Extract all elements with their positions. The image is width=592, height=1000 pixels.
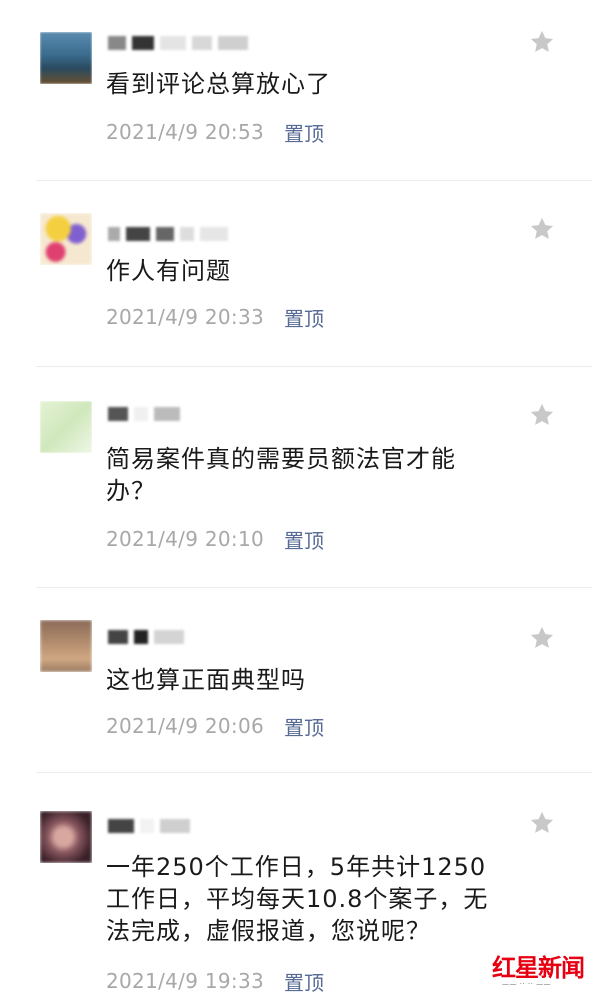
- brand-watermark-logo: 红星新闻 —— ·· ·· ——: [488, 948, 588, 996]
- comment-text: 作人有问题: [106, 257, 231, 285]
- comment-meta: 2021/4/9 19:33 置顶: [106, 967, 324, 995]
- avatar[interactable]: [40, 213, 92, 265]
- brand-tagline: —— ·· ·· ——: [502, 980, 552, 988]
- comment-text: 看到评论总算放心了: [106, 70, 331, 98]
- comment-meta: 2021/4/9 20:33 置顶: [106, 303, 324, 331]
- comment-meta: 2021/4/9 20:10 置顶: [106, 525, 324, 553]
- comment-text: 这也算正面典型吗: [106, 666, 306, 694]
- comment-time: 2021/4/9 19:33: [106, 969, 265, 993]
- avatar[interactable]: [40, 401, 92, 453]
- star-icon[interactable]: [528, 215, 556, 243]
- comment-meta: 2021/4/9 20:06 置顶: [106, 712, 324, 740]
- comment-item: 简易案件真的需要员额法官才能办？ 2021/4/9 20:10 置顶: [0, 367, 592, 587]
- comment-text: 一年250个工作日，5年共计1250工作日，平均每天10.8个案子，无法完成，虚…: [106, 853, 489, 945]
- star-icon[interactable]: [528, 28, 556, 56]
- commenter-name: [108, 817, 190, 835]
- comment-text: 简易案件真的需要员额法官才能办？: [106, 445, 456, 505]
- pin-to-top-link[interactable]: 置顶: [284, 303, 324, 332]
- brand-name: 红星新闻: [492, 953, 585, 982]
- avatar[interactable]: [40, 620, 92, 672]
- comment-time: 2021/4/9 20:06: [106, 714, 265, 738]
- comment-item: 作人有问题 2021/4/9 20:33 置顶: [0, 181, 592, 366]
- comment-meta: 2021/4/9 20:53 置顶: [106, 118, 324, 146]
- comment-time: 2021/4/9 20:10: [106, 527, 265, 551]
- pin-to-top-link[interactable]: 置顶: [284, 525, 324, 554]
- avatar[interactable]: [40, 32, 92, 84]
- pin-to-top-link[interactable]: 置顶: [284, 967, 324, 996]
- avatar[interactable]: [40, 811, 92, 863]
- commenter-name: [108, 405, 180, 423]
- star-icon[interactable]: [528, 809, 556, 837]
- commenter-name: [108, 34, 248, 52]
- commenter-name: [108, 225, 228, 243]
- comment-item: 这也算正面典型吗 2021/4/9 20:06 置顶: [0, 588, 592, 772]
- comment-item: 看到评论总算放心了 2021/4/9 20:53 置顶: [0, 0, 592, 180]
- comment-time: 2021/4/9 20:33: [106, 305, 265, 329]
- pin-to-top-link[interactable]: 置顶: [284, 118, 324, 147]
- star-icon[interactable]: [528, 624, 556, 652]
- star-icon[interactable]: [528, 401, 556, 429]
- commenter-name: [108, 628, 184, 646]
- comment-time: 2021/4/9 20:53: [106, 120, 265, 144]
- pin-to-top-link[interactable]: 置顶: [284, 712, 324, 741]
